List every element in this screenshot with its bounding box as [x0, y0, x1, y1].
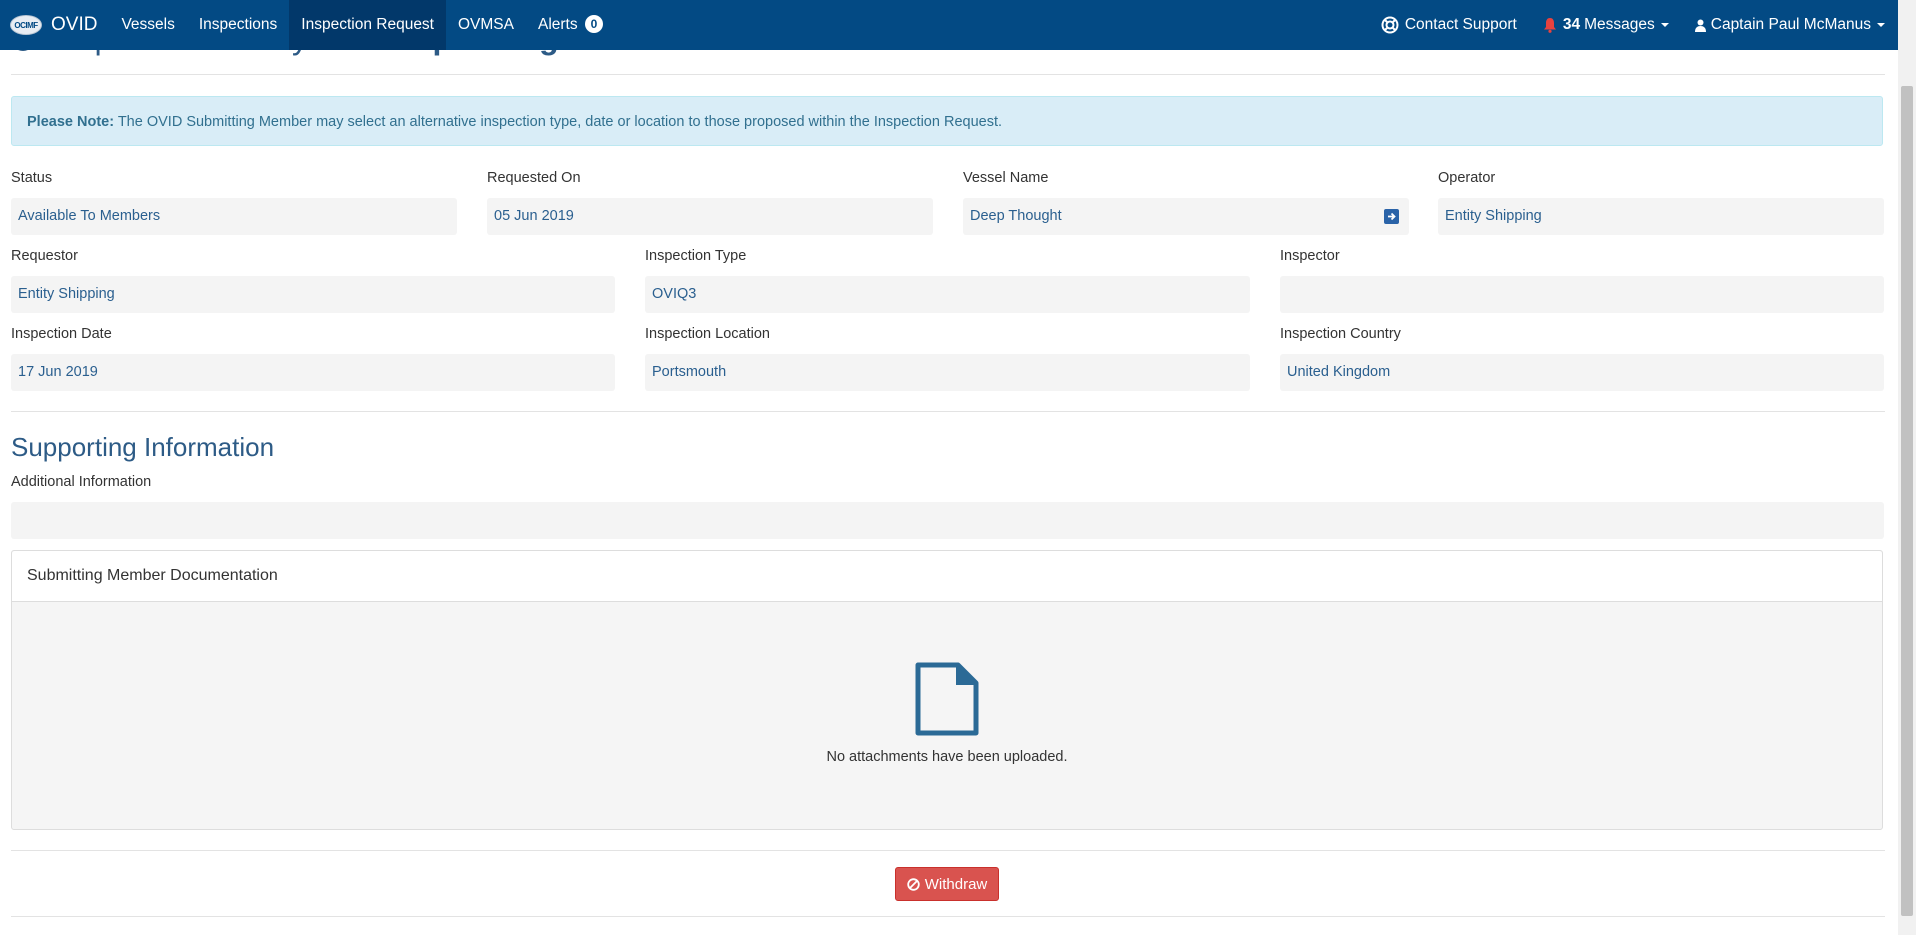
nav-item-inspection-request[interactable]: Inspection Request: [289, 0, 446, 50]
chevron-down-icon: [1660, 23, 1669, 27]
divider: [11, 916, 1885, 917]
nav-right: Contact Support 34 Messages Captain Paul…: [1368, 0, 1898, 50]
operator-value: Entity Shipping: [1438, 198, 1884, 235]
alerts-label: Alerts: [537, 16, 578, 33]
arrow-right-icon[interactable]: [1384, 209, 1399, 224]
nav-item-alerts[interactable]: Alerts 0: [526, 0, 615, 50]
inspection-country-label: Inspection Country: [1280, 326, 1401, 342]
withdraw-button[interactable]: Withdraw: [895, 867, 999, 901]
alert-label: Please Note:: [27, 114, 115, 130]
requestor-label: Requestor: [11, 248, 78, 264]
info-alert: Please Note: The OVID Submitting Member …: [11, 96, 1883, 146]
contact-support-link[interactable]: Contact Support: [1368, 0, 1530, 50]
documentation-panel-title: Submitting Member Documentation: [12, 551, 1882, 602]
requested-on-value: 05 Jun 2019: [487, 198, 933, 235]
messages-dropdown[interactable]: 34 Messages: [1530, 0, 1682, 50]
brand-name[interactable]: OVID: [51, 14, 97, 36]
inspector-value: [1280, 276, 1884, 313]
divider: [11, 411, 1885, 412]
nav-item-inspections[interactable]: Inspections: [187, 0, 289, 50]
divider: [11, 74, 1885, 75]
inspection-location-field: Inspection Location Portsmouth: [645, 326, 1250, 391]
operator-field: Operator Entity Shipping: [1438, 170, 1884, 235]
requestor-value: Entity Shipping: [11, 276, 615, 313]
requestor-field: Requestor Entity Shipping: [11, 248, 615, 313]
vessel-name-field: Vessel Name Deep Thought: [963, 170, 1409, 235]
lifebuoy-icon: [1381, 16, 1399, 34]
additional-information-label: Additional Information: [11, 474, 152, 490]
operator-label: Operator: [1438, 170, 1496, 186]
contact-support-label: Contact Support: [1404, 16, 1517, 33]
brand[interactable]: OCIMF OVID: [0, 0, 109, 50]
vessel-name-value: Deep Thought: [963, 198, 1409, 235]
alert-text: The OVID Submitting Member may select an…: [117, 114, 1003, 130]
top-navbar: OCIMF OVID Vessels Inspections Inspectio…: [0, 0, 1898, 50]
withdraw-label: Withdraw: [924, 875, 988, 893]
messages-label: Messages: [1584, 16, 1655, 33]
inspection-type-value: OVIQ3: [645, 276, 1250, 313]
inspection-type-field: Inspection Type OVIQ3: [645, 248, 1250, 313]
vessel-name-text: Deep Thought: [970, 208, 1062, 224]
user-name: Captain Paul McManus: [1710, 16, 1871, 33]
inspector-label: Inspector: [1280, 248, 1340, 264]
inspection-country-value: United Kingdom: [1280, 354, 1884, 391]
requested-on-field: Requested On 05 Jun 2019: [487, 170, 933, 235]
documentation-panel: Submitting Member Documentation No attac…: [11, 550, 1883, 830]
scrollbar-thumb[interactable]: [1901, 86, 1913, 916]
nav-item-vessels[interactable]: Vessels: [109, 0, 186, 50]
chevron-down-icon: [1877, 23, 1885, 27]
vessel-name-label: Vessel Name: [963, 170, 1049, 186]
alerts-count-badge: 0: [584, 15, 603, 33]
empty-attachments-text: No attachments have been uploaded.: [826, 749, 1068, 765]
nav-item-ovmsa[interactable]: OVMSA: [446, 0, 526, 50]
user-menu-dropdown[interactable]: Captain Paul McManus: [1682, 0, 1898, 50]
inspection-location-value: Portsmouth: [645, 354, 1250, 391]
bell-icon: [1543, 17, 1557, 33]
inspection-type-label: Inspection Type: [645, 248, 747, 264]
messages-count: 34: [1562, 16, 1581, 33]
divider: [11, 850, 1885, 851]
user-icon: [1694, 19, 1706, 32]
additional-information-field: Additional Information: [11, 474, 1884, 539]
status-label: Status: [11, 170, 53, 186]
file-icon: [914, 661, 980, 741]
scrollbar-track[interactable]: [1898, 0, 1916, 935]
status-value: Available To Members: [11, 198, 457, 235]
inspection-location-label: Inspection Location: [645, 326, 770, 342]
logo-text: OCIMF: [14, 20, 38, 30]
inspection-country-field: Inspection Country United Kingdom: [1280, 326, 1884, 391]
status-field: Status Available To Members: [11, 170, 457, 235]
inspection-date-value: 17 Jun 2019: [11, 354, 615, 391]
supporting-information-title: Supporting Information: [11, 432, 275, 462]
inspection-date-label: Inspection Date: [11, 326, 112, 342]
requested-on-label: Requested On: [487, 170, 581, 186]
ocimf-logo: OCIMF: [10, 15, 42, 35]
additional-information-value: [11, 502, 1884, 539]
ban-icon: [907, 877, 920, 891]
inspector-field: Inspector: [1280, 248, 1884, 313]
inspection-date-field: Inspection Date 17 Jun 2019: [11, 326, 615, 391]
